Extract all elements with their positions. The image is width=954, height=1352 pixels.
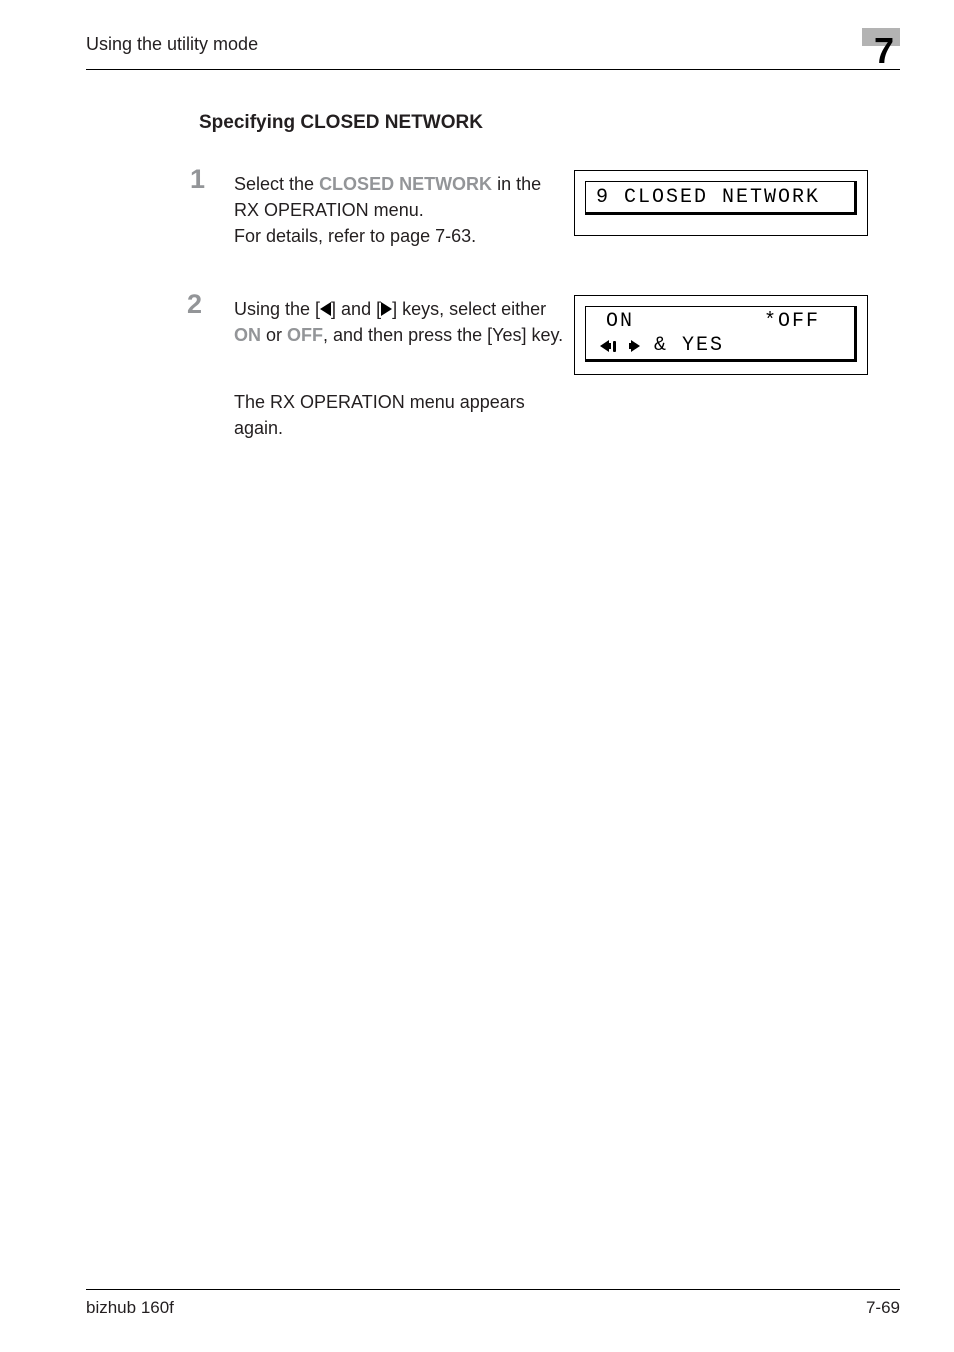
step-2-pre: Using the [ [234, 299, 320, 319]
left-arrow-icon [320, 302, 331, 316]
step-2-post: , and then press the [Yes] key. [323, 325, 563, 345]
footer-page-number: 7-69 [866, 1298, 900, 1318]
left-right-arrow-icon [600, 338, 640, 354]
lcd2-on-label: ON [606, 310, 634, 333]
header-section-label: Using the utility mode [86, 34, 258, 54]
step-1-pre: Select the [234, 174, 319, 194]
lcd-display-2-line-1: ON *OFF [586, 307, 854, 333]
footer-product-name: bizhub 160f [86, 1298, 174, 1318]
step-2-or: or [261, 325, 287, 345]
lcd-display-2-line-2: & YES [586, 333, 854, 357]
lcd2-line2-text: & YES [640, 334, 724, 357]
page-header: Using the utility mode 7 [86, 34, 900, 70]
footer-divider [86, 1289, 900, 1290]
lcd-display-2-inner: ON *OFF & YES [585, 306, 857, 362]
step-1-keyword: CLOSED NETWORK [319, 174, 492, 194]
section-heading: Specifying CLOSED NETWORK [199, 112, 483, 134]
lcd-display-1-text: 9 CLOSED NETWORK [585, 181, 857, 215]
step-1-number: 1 [190, 164, 205, 195]
lcd2-off-label: *OFF [764, 310, 820, 333]
step-2-mid2: ] keys, select either [392, 299, 546, 319]
step-2-result: The RX OPERATION menu appears again. [234, 389, 562, 441]
step-1-text: Select the CLOSED NETWORK in the RX OPER… [234, 171, 554, 249]
lcd-display-2: ON *OFF & YES [574, 295, 868, 375]
header-chapter-number: 7 [874, 34, 894, 68]
step-2-mid1: ] and [ [331, 299, 381, 319]
step-2-number: 2 [187, 289, 202, 320]
step-2-keyword-on: ON [234, 325, 261, 345]
right-arrow-icon [381, 302, 392, 316]
lcd-display-1: 9 CLOSED NETWORK [574, 170, 868, 236]
step-2-keyword-off: OFF [287, 325, 323, 345]
step-2-text: Using the [] and [] keys, select either … [234, 296, 564, 348]
